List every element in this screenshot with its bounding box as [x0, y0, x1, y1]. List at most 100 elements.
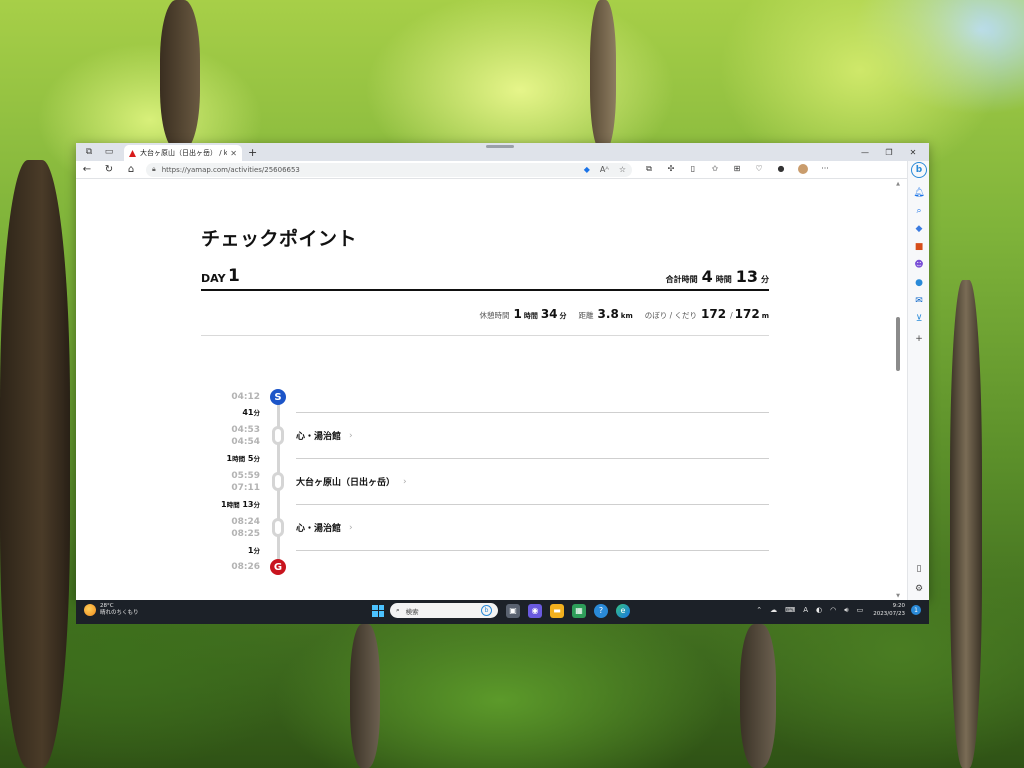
search-icon[interactable]: ⌕ — [911, 203, 927, 219]
more-options-icon[interactable]: ··· — [814, 164, 836, 176]
weather-condition: 晴れのちくもり — [100, 610, 139, 616]
hide-sidebar-icon[interactable]: ▯ — [911, 561, 927, 577]
checkpoint-marker — [272, 518, 284, 537]
back-arrow-icon[interactable]: ← — [76, 164, 98, 175]
favorite-star-icon[interactable]: ☆ — [619, 165, 626, 174]
games-icon[interactable]: ● — [911, 275, 927, 291]
battery-icon[interactable]: ▭ — [857, 606, 864, 614]
file-explorer-icon[interactable]: ▬ — [550, 603, 564, 618]
url-text[interactable]: https://yamap.com/activities/25606653 — [162, 166, 574, 174]
volume-icon[interactable]: 🔊︎ — [844, 606, 848, 615]
tree-trunk-left-2 — [160, 0, 200, 150]
scrollbar-thumb[interactable] — [896, 317, 900, 371]
microsoft-store-icon[interactable]: ▦ — [572, 603, 586, 618]
checkpoint-depart-time: 04:54 — [231, 437, 260, 447]
address-bar[interactable]: 🔒︎ https://yamap.com/activities/25606653… — [146, 162, 632, 177]
windows-start-icon[interactable] — [372, 604, 384, 617]
chevron-up-icon[interactable]: ⌃ — [756, 606, 762, 614]
minimize-button[interactable]: — — [853, 148, 877, 157]
profile-avatar[interactable] — [792, 163, 814, 176]
duration-minutes-unit: 分 — [253, 455, 261, 463]
checkpoint-link[interactable]: 心・湯治館 › — [296, 521, 353, 535]
coupon-tag-icon[interactable]: ◆ — [584, 165, 590, 174]
segment-duration: 41分 — [190, 407, 260, 417]
notification-bell-icon[interactable]: 🔔︎ — [911, 185, 927, 201]
tools-briefcase-icon[interactable]: ■ — [911, 239, 927, 255]
split-screen-icon[interactable]: ▯ — [682, 164, 704, 176]
browser-tab[interactable]: 大台ヶ原山（日出ヶ岳） / kazuh ✕ — [124, 145, 242, 161]
new-tab-button[interactable]: + — [248, 146, 257, 159]
taskbar-search[interactable]: ⌕ 検索 b — [390, 603, 498, 618]
distance-label: 距離 — [578, 311, 594, 320]
rest-time-label: 休憩時間 — [479, 311, 510, 320]
duration-minutes: 13 — [242, 500, 254, 509]
checkpoint-depart-time: 07:11 — [231, 483, 260, 493]
duration-minutes-unit: 分 — [253, 409, 261, 417]
refresh-icon[interactable]: ↻ — [98, 164, 120, 175]
people-icon[interactable]: ☻ — [911, 257, 927, 273]
bing-chat-icon[interactable]: b — [911, 162, 927, 178]
translate-icon[interactable]: ⧉ — [638, 164, 660, 176]
checkpoint-name: 大台ヶ原山（日出ヶ岳） — [296, 478, 396, 488]
task-view-icon[interactable]: ▣ — [506, 603, 520, 618]
restore-button[interactable]: ❐ — [877, 148, 901, 157]
start-marker-icon: S — [270, 389, 286, 405]
lock-icon[interactable]: 🔒︎ — [152, 165, 156, 174]
ime-mode-icon[interactable]: A — [803, 606, 808, 614]
read-aloud-icon[interactable]: Aᴬ — [600, 165, 609, 174]
browser-essentials-icon[interactable]: ♡ — [748, 164, 770, 176]
bing-icon[interactable]: b — [481, 605, 492, 616]
total-hours: 4 — [701, 267, 713, 286]
notification-badge[interactable]: 1 — [911, 605, 921, 615]
onedrive-cloud-icon[interactable]: ☁︎ — [770, 606, 777, 614]
shopping-tag-icon[interactable]: ◆ — [911, 221, 927, 237]
checkpoint-name: 心・湯治館 — [296, 432, 342, 442]
collections-icon[interactable]: ⊞ — [726, 164, 748, 176]
system-tray: ⌃ ☁︎ ⌨︎ A ◐ ◠ 🔊︎ ▭ 9:20 2023/07/23 1 — [748, 602, 921, 618]
tree-trunk-bottom-right — [740, 624, 776, 768]
close-button[interactable]: ✕ — [901, 148, 925, 157]
wifi-icon[interactable]: ◠ — [830, 606, 836, 614]
duration-hours-unit: 時間 — [226, 501, 240, 509]
scroll-down-icon[interactable]: ▼ — [895, 593, 901, 599]
help-icon[interactable]: ? — [594, 603, 608, 618]
goal-time: 08:26 — [231, 562, 260, 572]
ime-icon[interactable]: ◐ — [816, 606, 822, 614]
timeline-divider — [296, 504, 769, 505]
checkpoint-link[interactable]: 大台ヶ原山（日出ヶ岳） › — [296, 475, 407, 489]
checkpoint-arrive-time: 08:24 — [231, 517, 260, 527]
outlook-icon[interactable]: ✉︎ — [911, 293, 927, 309]
extensions-icon[interactable]: ✣ — [660, 164, 682, 176]
checkpoint-marker — [272, 472, 284, 491]
workspaces-icon[interactable]: ⧉ — [82, 145, 96, 159]
ascent-value: 172 — [701, 307, 727, 321]
edge-browser-icon[interactable]: e — [616, 603, 630, 618]
day-header: DAY 1 合計時間 4 時間 13 分 — [201, 266, 769, 291]
weather-widget[interactable]: 28°C 晴れのちくもり — [84, 603, 139, 617]
toolbar-icons: ⧉ ✣ ▯ ✩ ⊞ ♡ ● ··· — [638, 163, 836, 176]
teams-chat-icon[interactable]: ◉ — [528, 603, 542, 618]
tab-actions-icon[interactable]: ▭ — [102, 145, 116, 159]
tab-close-icon[interactable]: ✕ — [230, 149, 237, 158]
scroll-up-icon[interactable]: ▲ — [895, 181, 901, 187]
add-sidebar-icon[interactable]: + — [911, 331, 927, 347]
keyboard-icon[interactable]: ⌨︎ — [785, 606, 795, 614]
home-icon[interactable]: ⌂ — [120, 164, 142, 175]
vertical-scrollbar[interactable]: ▲ ▼ — [895, 180, 901, 600]
settings-gear-icon[interactable]: ⚙︎ — [911, 581, 927, 597]
clock[interactable]: 9:20 2023/07/23 — [873, 602, 905, 618]
favorites-icon[interactable]: ✩ — [704, 164, 726, 176]
stats-divider — [201, 335, 769, 336]
activity-stats: 休憩時間 1 時間 34 分 距離 3.8 km のぼり / くだり 172 /… — [479, 307, 769, 321]
weather-text: 28°C 晴れのちくもり — [100, 603, 139, 617]
duration-minutes-unit: 分 — [253, 501, 261, 509]
weather-sun-icon — [84, 604, 96, 616]
checkpoint-link[interactable]: 心・湯治館 › — [296, 429, 353, 443]
extension-badge-icon[interactable]: ● — [770, 164, 792, 176]
updown-separator: / — [730, 311, 733, 320]
tree-trunk-right — [950, 280, 982, 768]
rest-hours-unit: 時間 — [523, 312, 538, 320]
window-grip[interactable] — [486, 145, 514, 148]
shopping-cart-icon[interactable]: ⊻ — [911, 311, 927, 327]
tree-trunk-left — [0, 160, 70, 768]
